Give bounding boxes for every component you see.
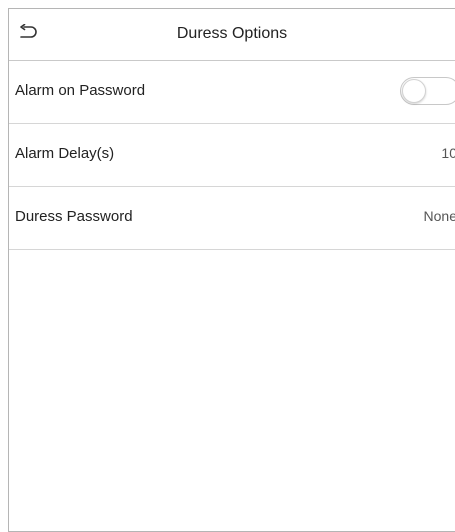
- page-title: Duress Options: [176, 25, 288, 42]
- title-bar: Duress Options: [9, 9, 455, 61]
- duress-password-value: None: [423, 208, 455, 224]
- row-label: Duress Password: [15, 208, 133, 225]
- toggle-knob: [402, 79, 426, 103]
- row-alarm-on-password[interactable]: Alarm on Password: [9, 61, 455, 124]
- row-duress-password[interactable]: Duress Password None: [9, 187, 455, 250]
- row-alarm-delay[interactable]: Alarm Delay(s) 10: [9, 124, 455, 187]
- alarm-delay-value: 10: [441, 145, 455, 161]
- alarm-on-password-toggle[interactable]: [400, 77, 455, 105]
- row-label: Alarm on Password: [15, 82, 146, 99]
- screen-frame: Duress Options Alarm on Password Alarm D…: [8, 8, 455, 532]
- row-label: Alarm Delay(s): [15, 145, 115, 162]
